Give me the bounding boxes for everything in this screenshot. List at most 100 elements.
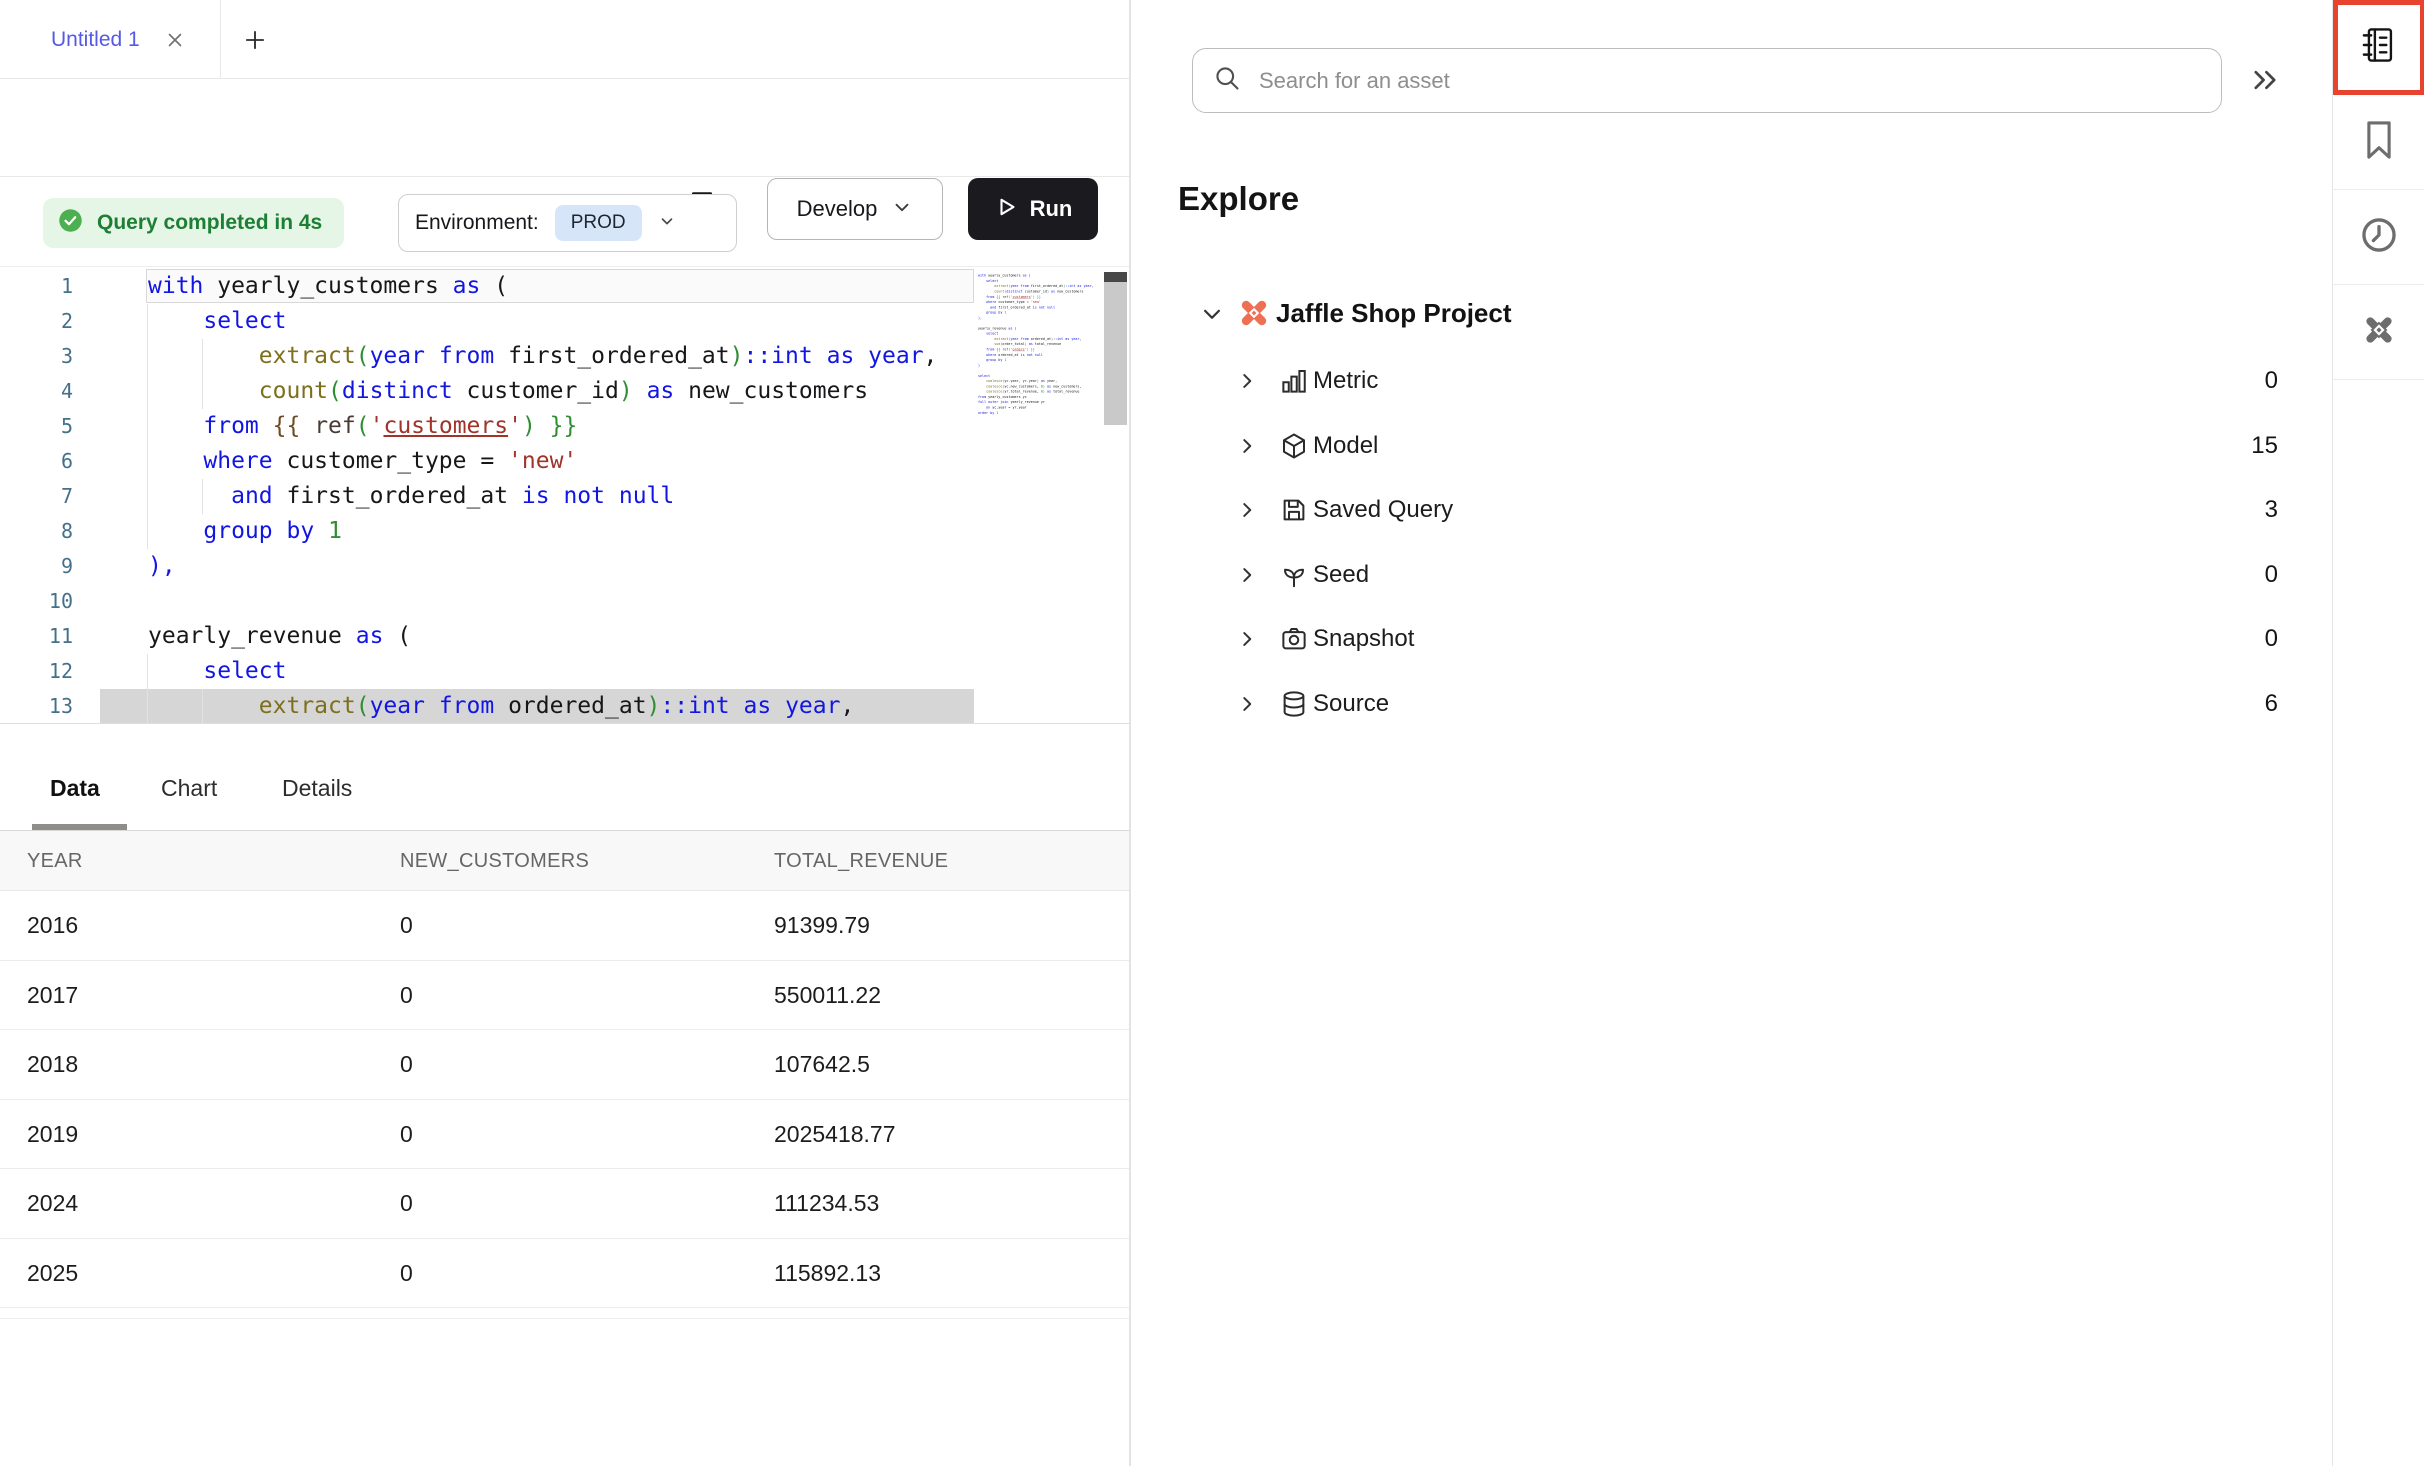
- line-number: 10: [0, 584, 73, 619]
- chevron-right-icon[interactable]: [1234, 368, 1260, 394]
- code-text: where customer_type = 'new': [148, 444, 577, 479]
- minimap-code: with yearly_customers as ( select extrac…: [978, 273, 1096, 415]
- sql-code-editor[interactable]: 1with yearly_customers as (2 select3 ext…: [0, 266, 1129, 724]
- right-icon-sidebar: [2332, 0, 2424, 1466]
- code-text: with yearly_customers as (: [148, 269, 508, 304]
- code-line[interactable]: 2 select: [0, 304, 1129, 339]
- chevron-right-icon[interactable]: [1234, 562, 1260, 588]
- line-number: 8: [0, 514, 73, 549]
- line-number: 3: [0, 339, 73, 374]
- run-label: Run: [1030, 196, 1073, 222]
- line-number: 7: [0, 479, 73, 514]
- source-icon: [1279, 689, 1309, 719]
- catalog-icon: [2357, 23, 2401, 72]
- explore-heading: Explore: [1178, 180, 1299, 218]
- table-cell: 107642.5: [774, 1030, 870, 1098]
- code-line[interactable]: 5 from {{ ref('customers') }}: [0, 409, 1129, 444]
- table-cell: 2024: [27, 1169, 78, 1237]
- code-text: extract(year from first_ordered_at)::int…: [148, 339, 937, 374]
- chevron-down-icon[interactable]: [1197, 299, 1227, 329]
- code-line[interactable]: 3 extract(year from first_ordered_at)::i…: [0, 339, 1129, 374]
- run-button[interactable]: Run: [968, 178, 1098, 240]
- table-cell: 115892.13: [774, 1239, 881, 1307]
- code-line[interactable]: 4 count(distinct customer_id) as new_cus…: [0, 374, 1129, 409]
- chevron-down-icon: [891, 196, 913, 223]
- check-circle-icon: [57, 207, 84, 239]
- tree-item-label: Snapshot: [1313, 607, 1414, 671]
- chevron-right-icon[interactable]: [1234, 433, 1260, 459]
- sidebar-button-explore-compass[interactable]: [2333, 285, 2424, 380]
- query-status-badge: Query completed in 4s: [43, 198, 344, 248]
- editor-toolbar: Develop Run: [0, 80, 1129, 177]
- metric-icon: [1279, 366, 1309, 396]
- code-text: select: [148, 304, 286, 339]
- tree-item-snapshot[interactable]: Snapshot0: [1131, 607, 2332, 671]
- table-cell: 2016: [27, 891, 78, 959]
- code-line[interactable]: 12 select: [0, 654, 1129, 689]
- chevron-right-icon[interactable]: [1234, 497, 1260, 523]
- table-cell: 0: [400, 1239, 413, 1307]
- table-cell: 0: [400, 1169, 413, 1237]
- tree-item-metric[interactable]: Metric0: [1131, 349, 2332, 413]
- results-tab-details[interactable]: Details: [282, 745, 352, 831]
- query-status-text: Query completed in 4s: [97, 211, 322, 235]
- environment-label: Environment:: [415, 211, 539, 235]
- code-line[interactable]: 11yearly_revenue as (: [0, 619, 1129, 654]
- code-line[interactable]: 1with yearly_customers as (: [0, 269, 1129, 304]
- code-line[interactable]: 9),: [0, 549, 1129, 584]
- editor-scrollbar[interactable]: [1104, 267, 1127, 724]
- code-line[interactable]: 7 and first_ordered_at is not null: [0, 479, 1129, 514]
- app-window: Untitled 1 Develop: [0, 0, 2424, 1466]
- results-tab-chart[interactable]: Chart: [161, 745, 217, 831]
- environment-selector[interactable]: Environment: PROD: [398, 194, 737, 252]
- sidebar-button-bookmark[interactable]: [2333, 95, 2424, 190]
- code-text: ),: [148, 549, 176, 584]
- editor-minimap[interactable]: with yearly_customers as ( select extrac…: [978, 273, 1096, 721]
- chevron-right-icon[interactable]: [1234, 691, 1260, 717]
- collapse-panel-icon[interactable]: [2248, 63, 2284, 99]
- column-header: NEW_CUSTOMERS: [400, 831, 589, 891]
- scrollbar-thumb[interactable]: [1104, 282, 1127, 425]
- search-input[interactable]: [1259, 68, 2201, 94]
- tab-untitled[interactable]: Untitled 1: [0, 0, 221, 79]
- develop-dropdown[interactable]: Develop: [767, 178, 943, 240]
- table-cell: 2019: [27, 1100, 78, 1168]
- table-cell: 2025: [27, 1239, 78, 1307]
- history-icon: [2358, 214, 2400, 261]
- tree-item-count: 3: [2265, 478, 2278, 542]
- scrollbar-annotation: [1104, 272, 1127, 282]
- saved-query-icon: [1279, 495, 1309, 525]
- asset-search[interactable]: [1192, 48, 2222, 113]
- sidebar-button-history[interactable]: [2333, 190, 2424, 285]
- table-row: 20240111234.53: [0, 1169, 1129, 1239]
- new-tab-button[interactable]: [242, 27, 268, 53]
- chevron-right-icon[interactable]: [1234, 626, 1260, 652]
- sidebar-button-catalog[interactable]: [2333, 0, 2424, 95]
- snapshot-icon: [1279, 624, 1309, 654]
- line-number: 9: [0, 549, 73, 584]
- code-text: and first_ordered_at is not null: [148, 479, 674, 514]
- code-line[interactable]: 10: [0, 584, 1129, 619]
- code-line[interactable]: 8 group by 1: [0, 514, 1129, 549]
- tree-item-seed[interactable]: Seed0: [1131, 543, 2332, 607]
- tree-item-label: Saved Query: [1313, 478, 1453, 542]
- tree-project-row[interactable]: Jaffle Shop Project: [1131, 281, 2332, 345]
- seed-icon: [1279, 560, 1309, 590]
- tree-item-saved-query[interactable]: Saved Query 3: [1131, 478, 2332, 542]
- tree-item-model[interactable]: Model15: [1131, 414, 2332, 478]
- line-number: 2: [0, 304, 73, 339]
- code-text: yearly_revenue as (: [148, 619, 411, 654]
- table-row: 2016091399.79: [0, 891, 1129, 961]
- table-row: 2025 0 115892.13: [0, 1239, 1129, 1309]
- tree-item-source[interactable]: Source 6: [1131, 672, 2332, 736]
- table-cell: 0: [400, 961, 413, 1029]
- code-line[interactable]: 6 where customer_type = 'new': [0, 444, 1129, 479]
- tree-item-label: Source: [1313, 672, 1389, 736]
- code-text: count(distinct customer_id) as new_custo…: [148, 374, 868, 409]
- code-line[interactable]: 13 extract(year from ordered_at)::int as…: [0, 689, 1129, 724]
- close-icon[interactable]: [166, 31, 184, 49]
- bookmark-icon: [2360, 119, 2398, 166]
- results-tab-data[interactable]: Data: [50, 745, 100, 831]
- tree-item-count: 6: [2265, 672, 2278, 736]
- results-table-header: YEARNEW_CUSTOMERSTOTAL_REVENUE: [0, 831, 1129, 891]
